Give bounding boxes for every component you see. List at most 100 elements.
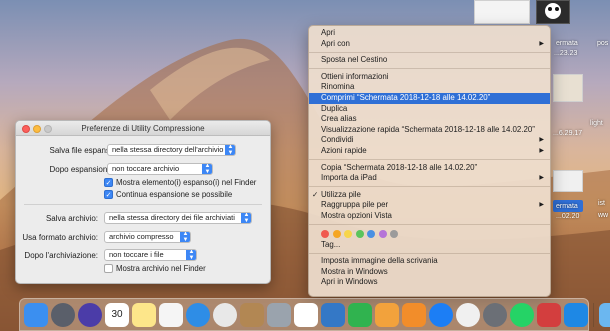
slideshow-icon[interactable]: [375, 302, 399, 327]
menu-item-set-desktop-picture[interactable]: Imposta immagine della scrivania: [309, 256, 550, 267]
menu-separator: [309, 159, 550, 161]
menu-separator: [309, 186, 550, 188]
books-icon[interactable]: [402, 302, 426, 327]
numbers-icon[interactable]: [348, 302, 372, 327]
desktop-file-label: light: [590, 120, 603, 127]
menu-item-quick-actions[interactable]: Azioni rapide ▶: [309, 146, 550, 157]
archive-save-popup[interactable]: nella stessa directory dei file archivia…: [104, 212, 252, 224]
after-archive-value: non toccare i file: [109, 250, 164, 259]
menu-item-open[interactable]: Apri: [309, 28, 550, 39]
menu-item-get-info[interactable]: Ottieni informazioni: [309, 72, 550, 83]
menu-item-duplicate[interactable]: Duplica: [309, 104, 550, 115]
siri-icon[interactable]: [78, 302, 102, 327]
submenu-arrow-icon: ▶: [539, 202, 544, 209]
menu-item-copy[interactable]: Copia “Schermata 2018-12-18 alle 14.02.2…: [309, 163, 550, 174]
after-expand-popup[interactable]: non toccare archivio ▲ ▼: [107, 163, 213, 175]
menu-item-import-ipad[interactable]: Importa da iPad ▶: [309, 173, 550, 184]
desktop: ermata ...23.23 ...6.29.17 ermata ...02.…: [0, 0, 610, 331]
menu-separator: [309, 224, 550, 225]
mail-icon[interactable]: [267, 302, 291, 327]
menu-item-quick-look[interactable]: Visualizzazione rapida “Schermata 2018-1…: [309, 125, 550, 136]
menu-item-move-to-trash[interactable]: Sposta nel Cestino: [309, 55, 550, 66]
tag-color-dot[interactable]: [321, 229, 329, 238]
tag-color-dot[interactable]: [367, 229, 375, 238]
chevron-updown-icon: ▲ ▼: [186, 250, 196, 260]
menu-separator: [309, 68, 550, 70]
safari-icon[interactable]: [186, 302, 210, 327]
checkmark-icon: ✓: [312, 189, 319, 199]
zoom-button[interactable]: [44, 124, 52, 133]
desktop-file-label: pos: [597, 40, 609, 47]
menu-item-rename[interactable]: Rinomina: [309, 82, 550, 93]
tag-color-dot[interactable]: [378, 229, 387, 238]
downloads-icon[interactable]: [599, 302, 610, 327]
window-titlebar[interactable]: Preferenze di Utility Compressione: [16, 121, 270, 136]
show-expanded-checkbox[interactable]: ✓ Mostra elemento(i) espanso(i) nel Find…: [104, 178, 256, 187]
close-button[interactable]: [22, 124, 30, 133]
keynote-icon[interactable]: [321, 302, 345, 327]
minimize-button[interactable]: [33, 124, 41, 133]
menu-item-group-stacks[interactable]: Raggruppa pile per ▶: [309, 200, 550, 211]
appstore-icon[interactable]: [429, 302, 453, 327]
tag-color-dot[interactable]: [390, 229, 398, 238]
desktop-file-icon[interactable]: [536, 0, 570, 26]
format-popup[interactable]: archivio compresso ▲ ▼: [104, 231, 191, 243]
submenu-arrow-icon: ▶: [539, 175, 544, 182]
menu-item-view-options[interactable]: Mostra opzioni Vista: [309, 211, 550, 222]
chevron-updown-icon: ▲ ▼: [202, 164, 212, 174]
checkmark-icon: ✓: [104, 178, 113, 187]
calendar-icon[interactable]: 30: [105, 302, 129, 327]
launchpad-icon[interactable]: [51, 302, 75, 327]
menu-item-open-in-windows[interactable]: Apri in Windows: [309, 277, 550, 288]
submenu-arrow-icon: ▶: [539, 147, 544, 154]
menu-item-use-stacks[interactable]: ✓ Utilizza pile: [309, 190, 550, 201]
expand-save-label: Salva file espansi:: [49, 146, 114, 155]
continue-expand-checkbox[interactable]: ✓ Continua espansione se possibile: [104, 190, 232, 199]
desktop-file-label: ...23.23: [554, 50, 578, 57]
after-archive-label: Dopo l'archiviazione:: [24, 251, 98, 260]
tag-color-dot[interactable]: [355, 229, 364, 238]
finder-icon[interactable]: [24, 302, 48, 327]
menu-item-show-in-windows[interactable]: Mostra in Windows: [309, 267, 550, 278]
desktop-file-icon[interactable]: [553, 170, 583, 194]
windows-icon[interactable]: [564, 302, 588, 327]
parallels-icon[interactable]: [537, 302, 561, 327]
desktop-file-label: ...6.29.17: [553, 130, 583, 137]
menu-item-make-alias[interactable]: Crea alias: [309, 114, 550, 125]
submenu-arrow-icon: ▶: [539, 137, 544, 144]
chevron-updown-icon: ▲ ▼: [180, 232, 190, 242]
archive-save-label: Salva archivio:: [45, 214, 98, 223]
photos-icon[interactable]: [294, 302, 318, 327]
desktop-file-label: ist: [598, 200, 605, 207]
after-expand-label: Dopo espansione:: [49, 165, 115, 174]
after-expand-value: non toccare archivio: [112, 164, 180, 173]
tag-color-row: [309, 228, 550, 240]
after-archive-popup[interactable]: non toccare i file ▲ ▼: [104, 249, 197, 261]
show-expanded-label: Mostra elemento(i) espanso(i) nel Finder: [116, 178, 257, 187]
menu-item-compress[interactable]: Comprimi “Schermata 2018-12-18 alle 14.0…: [309, 92, 550, 104]
format-value: archivio compresso: [109, 232, 174, 241]
desktop-file-icon[interactable]: [553, 74, 583, 104]
desktop-file-label: ermata: [556, 40, 578, 47]
music-icon[interactable]: [456, 302, 480, 327]
desktop-file-icon[interactable]: [472, 0, 530, 26]
whatsapp-icon[interactable]: [510, 302, 534, 327]
notes-icon[interactable]: [132, 302, 156, 327]
archive-icon[interactable]: [240, 302, 264, 327]
tag-color-dot[interactable]: [344, 229, 352, 238]
show-archive-checkbox[interactable]: Mostra archivio nel Finder: [104, 264, 206, 273]
chevron-updown-icon: ▲ ▼: [241, 213, 251, 223]
menu-item-share[interactable]: Condividi ▶: [309, 135, 550, 146]
menu-item-open-with[interactable]: Apri con ▶: [309, 39, 550, 50]
show-archive-label: Mostra archivio nel Finder: [116, 264, 206, 273]
reminders-icon[interactable]: [159, 302, 183, 327]
menu-separator: [309, 51, 550, 53]
continue-expand-label: Continua espansione se possibile: [116, 190, 233, 199]
menu-item-tags[interactable]: Tag...: [309, 240, 550, 251]
submenu-arrow-icon: ▶: [539, 40, 544, 47]
chrome-icon[interactable]: [213, 302, 237, 327]
expand-save-popup[interactable]: nella stessa directory dell'archivio ▲ ▼: [107, 144, 236, 156]
tag-color-dot[interactable]: [332, 229, 341, 238]
settings-icon[interactable]: [483, 302, 507, 327]
desktop-file-label: ermata: [556, 203, 578, 210]
